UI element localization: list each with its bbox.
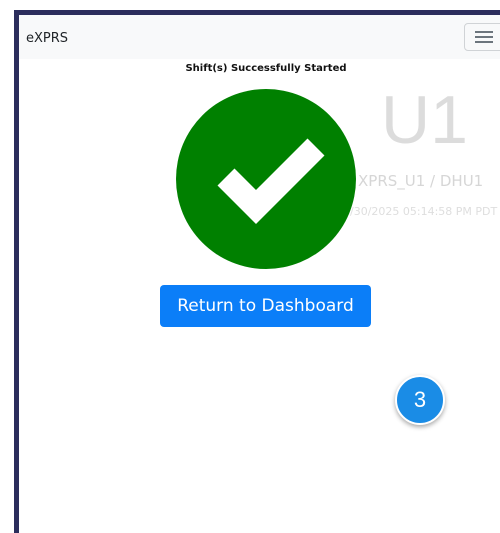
checkmark-icon (217, 138, 325, 224)
main-content: Shift(s) Successfully Started U1 XPRS_U1… (19, 59, 500, 533)
hamburger-menu-icon[interactable] (464, 23, 500, 51)
check-circle-icon (176, 89, 356, 269)
page-title: Shift(s) Successfully Started (185, 63, 347, 74)
menu-bar-1 (475, 31, 493, 33)
menu-bar-3 (475, 41, 493, 43)
menu-bar-2 (475, 36, 493, 38)
shift-timestamp: 5/30/2025 05:14:58 PM PDT (343, 205, 498, 218)
top-navbar: eXPRS (19, 15, 500, 59)
brand-name[interactable]: eXPRS (26, 31, 68, 46)
unit-code: U1 (381, 82, 468, 158)
step-number-badge: 3 (395, 375, 445, 425)
unit-assignment: XPRS_U1 / DHU1 (358, 172, 484, 190)
app-window: eXPRS Shift(s) Successfully Started U1 X… (0, 0, 500, 533)
return-to-dashboard-button[interactable]: Return to Dashboard (160, 285, 371, 327)
